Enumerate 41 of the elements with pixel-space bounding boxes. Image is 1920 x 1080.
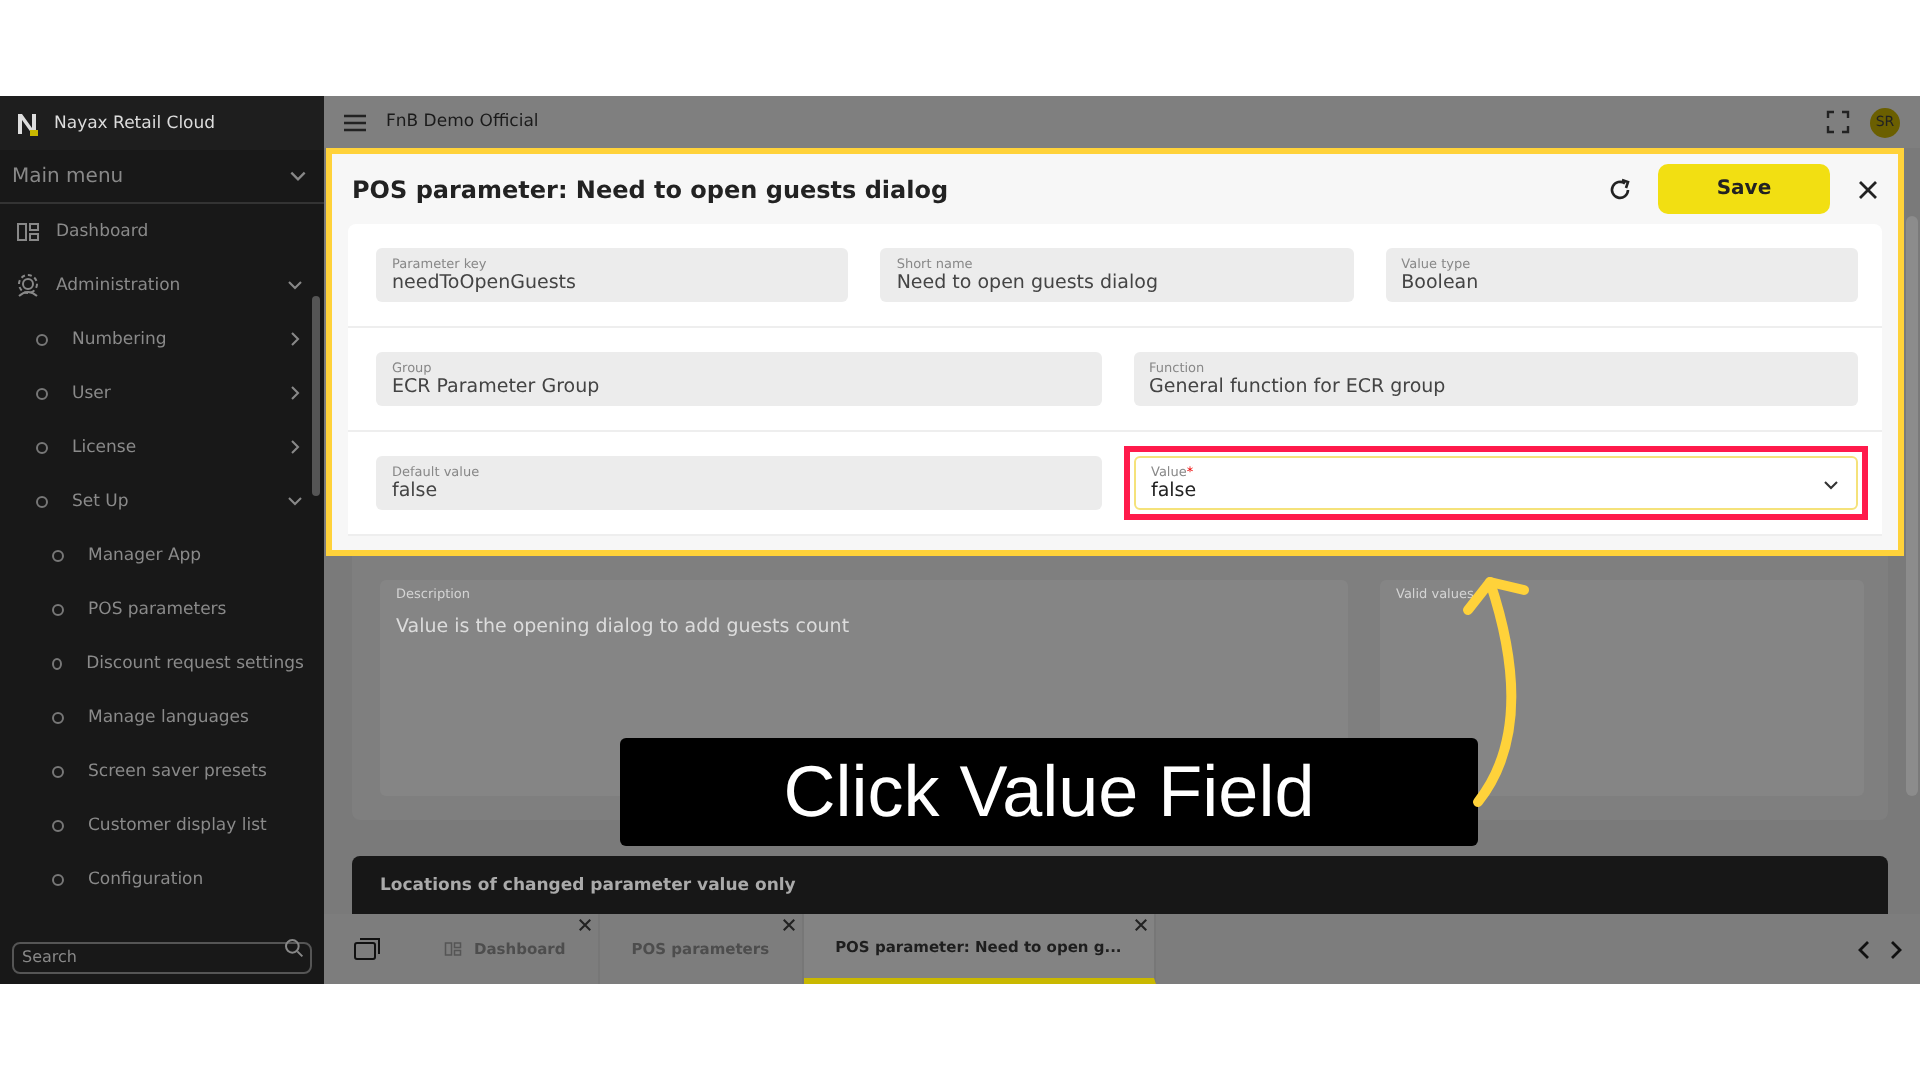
logo-icon bbox=[16, 111, 38, 135]
chevron-icon bbox=[286, 492, 304, 510]
user-gear-icon bbox=[16, 273, 40, 297]
chevron-icon bbox=[288, 166, 308, 186]
menu-item[interactable]: Manage languages bbox=[0, 690, 324, 744]
chevron-icon bbox=[286, 330, 304, 348]
menu-item[interactable]: License bbox=[0, 420, 324, 474]
menu-item[interactable]: Administration bbox=[0, 258, 324, 312]
menu-item[interactable]: User bbox=[0, 366, 324, 420]
menu-item[interactable]: Set Up bbox=[0, 474, 324, 528]
menu-icon[interactable] bbox=[344, 113, 366, 131]
chevron-icon bbox=[286, 384, 304, 402]
windows-icon[interactable] bbox=[354, 938, 380, 960]
search-icon bbox=[284, 938, 304, 958]
chevron-icon bbox=[1822, 476, 1840, 494]
save-button[interactable]: Save bbox=[1658, 164, 1830, 214]
chevron-icon bbox=[286, 276, 304, 294]
previous-icon[interactable] bbox=[1856, 939, 1874, 959]
section-title: Locations of changed parameter value only bbox=[380, 876, 796, 896]
menu-item[interactable]: Manager App bbox=[0, 528, 324, 582]
scrollbar[interactable] bbox=[1906, 216, 1918, 796]
scrollbar[interactable] bbox=[312, 296, 320, 496]
company-name: FnB Demo Official bbox=[386, 112, 541, 132]
fullscreen-icon[interactable] bbox=[1826, 110, 1850, 134]
chevron-icon bbox=[286, 438, 304, 456]
menu-item[interactable]: Dashboard bbox=[0, 204, 324, 258]
close-icon[interactable] bbox=[1854, 175, 1882, 203]
refresh-icon[interactable] bbox=[1606, 175, 1634, 203]
dialog-title: POS parameter: Need to open guests dialog bbox=[352, 175, 951, 203]
dashboard-icon bbox=[442, 940, 464, 958]
brand-name: Nayax Retail Cloud bbox=[54, 113, 216, 133]
instruction-tooltip: Click Value Field bbox=[620, 738, 1478, 846]
dashboard-icon bbox=[16, 219, 40, 243]
search-field[interactable]: Search bbox=[12, 941, 312, 973]
menu-item[interactable]: Customer display list bbox=[0, 798, 324, 852]
menu-item[interactable]: Discount request settings bbox=[0, 636, 324, 690]
menu-item[interactable]: POS parameters bbox=[0, 582, 324, 636]
menu-item[interactable]: Numbering bbox=[0, 312, 324, 366]
menu-item[interactable]: Screen saver presets bbox=[0, 744, 324, 798]
menu-item[interactable]: Configuration bbox=[0, 852, 324, 906]
next-icon[interactable] bbox=[1886, 939, 1904, 959]
